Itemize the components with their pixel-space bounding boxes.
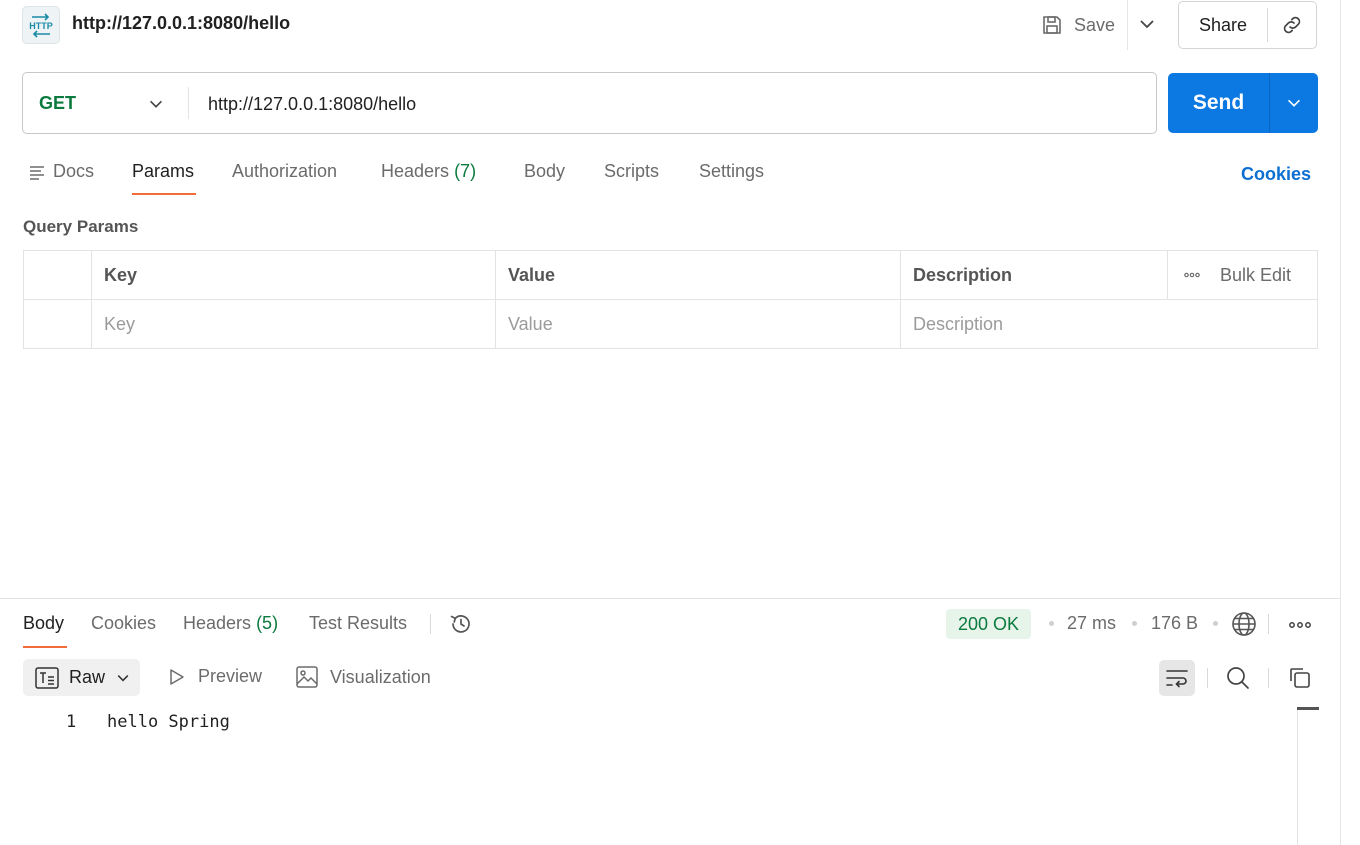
- divider: [1127, 0, 1128, 50]
- tab-docs[interactable]: Docs: [29, 161, 94, 182]
- active-tab-indicator: [132, 193, 196, 195]
- column-header-key: Key: [91, 251, 495, 299]
- url-bar: GET: [22, 72, 1157, 134]
- response-time[interactable]: 27 ms: [1067, 613, 1116, 634]
- response-headers-count: (5): [256, 613, 279, 633]
- more-horizontal-icon: [1184, 272, 1200, 278]
- save-label: Save: [1074, 14, 1116, 35]
- column-header-value: Value: [495, 251, 900, 299]
- response-tab-headers[interactable]: Headers (5): [183, 613, 278, 634]
- docs-icon: [29, 164, 45, 180]
- share-group: Share: [1178, 1, 1317, 49]
- separator-dot: [1132, 621, 1137, 626]
- preview-label: Preview: [198, 666, 263, 686]
- chevron-down-icon: [1137, 14, 1157, 34]
- line-number: 1: [66, 712, 77, 732]
- cookies-link[interactable]: Cookies: [1241, 164, 1311, 185]
- history-icon: [448, 611, 474, 637]
- divider: [1268, 614, 1269, 634]
- url-input[interactable]: [208, 91, 1138, 117]
- description-input[interactable]: Description: [900, 300, 1317, 349]
- value-input[interactable]: Value: [495, 300, 900, 349]
- tab-params[interactable]: Params: [132, 161, 194, 182]
- response-size[interactable]: 176 B: [1151, 613, 1198, 634]
- active-tab-indicator: [23, 646, 67, 648]
- tab-settings[interactable]: Settings: [699, 161, 764, 182]
- history-button[interactable]: [448, 611, 474, 637]
- save-button[interactable]: Save: [1040, 8, 1115, 42]
- separator-dot: [1213, 621, 1218, 626]
- table-row: Key Value Description: [24, 300, 1317, 349]
- headers-count: (7): [454, 161, 477, 181]
- globe-icon: [1231, 611, 1257, 637]
- separator-dot: [1049, 621, 1054, 626]
- response-body-line[interactable]: hello Spring: [107, 712, 230, 732]
- copy-icon: [1288, 666, 1312, 690]
- send-group: Send: [1168, 73, 1318, 133]
- share-button[interactable]: Share: [1179, 15, 1267, 36]
- chevron-down-icon: [115, 670, 131, 686]
- visualization-label: Visualization: [330, 666, 431, 687]
- tab-authorization[interactable]: Authorization: [232, 161, 337, 182]
- method-label: GET: [39, 92, 77, 113]
- divider: [188, 87, 189, 119]
- tab-docs-label: Docs: [53, 161, 95, 181]
- table-cell: [24, 251, 91, 299]
- http-icon: HTTP: [22, 6, 60, 44]
- chevron-down-icon: [1285, 94, 1303, 112]
- request-title[interactable]: http://127.0.0.1:8080/hello: [72, 13, 290, 34]
- link-icon: [1280, 13, 1304, 37]
- chevron-down-icon: [147, 95, 165, 113]
- tab-headers[interactable]: Headers (7): [381, 161, 476, 182]
- column-header-description: Description: [900, 251, 1170, 299]
- search-button[interactable]: [1226, 666, 1250, 690]
- copy-button[interactable]: [1288, 666, 1312, 690]
- query-params-title: Query Params: [23, 217, 139, 236]
- tab-headers-label: Headers: [381, 161, 450, 181]
- response-divider[interactable]: [0, 598, 1341, 599]
- save-options-button[interactable]: [1137, 14, 1157, 34]
- divider: [1268, 668, 1269, 688]
- image-icon: [296, 666, 318, 688]
- divider: [430, 614, 431, 634]
- method-select[interactable]: GET: [23, 73, 189, 133]
- visualization-button[interactable]: Visualization: [296, 666, 431, 688]
- svg-text:HTTP: HTTP: [29, 21, 53, 31]
- wrap-lines-icon: [1165, 667, 1189, 689]
- network-info-button[interactable]: [1231, 611, 1257, 637]
- bulk-edit-button[interactable]: Bulk Edit: [1167, 251, 1317, 299]
- table-header-row: Key Value Description Bulk Edit: [24, 251, 1317, 300]
- copy-link-button[interactable]: [1268, 13, 1316, 37]
- panel-border: [1340, 0, 1341, 845]
- response-tab-cookies[interactable]: Cookies: [91, 613, 156, 634]
- preview-button[interactable]: Preview: [168, 666, 262, 687]
- scrollbar-thumb[interactable]: [1297, 707, 1319, 710]
- send-options-button[interactable]: [1270, 94, 1318, 112]
- params-table: Key Value Description Bulk Edit Key Valu…: [23, 250, 1318, 349]
- save-icon: [1040, 13, 1064, 37]
- response-tab-headers-label: Headers: [183, 613, 252, 633]
- more-horizontal-icon: [1288, 613, 1312, 637]
- play-icon: [168, 668, 186, 686]
- bulk-edit-label: Bulk Edit: [1220, 264, 1292, 285]
- tab-body[interactable]: Body: [524, 161, 565, 182]
- format-label: Raw: [69, 667, 106, 687]
- wrap-lines-button[interactable]: [1159, 660, 1195, 696]
- more-options-button[interactable]: [1288, 613, 1312, 637]
- response-tab-body[interactable]: Body: [23, 613, 64, 634]
- key-input[interactable]: Key: [91, 300, 495, 349]
- send-button[interactable]: Send: [1168, 91, 1269, 115]
- search-icon: [1226, 666, 1250, 690]
- tab-scripts[interactable]: Scripts: [604, 161, 659, 182]
- status-badge[interactable]: 200 OK: [946, 609, 1032, 639]
- divider: [1207, 668, 1208, 688]
- table-cell: [24, 300, 91, 349]
- raw-format-icon: [35, 666, 59, 689]
- scrollbar-track[interactable]: [1297, 708, 1298, 845]
- format-select[interactable]: Raw: [23, 659, 140, 696]
- response-tab-test-results[interactable]: Test Results: [309, 613, 407, 634]
